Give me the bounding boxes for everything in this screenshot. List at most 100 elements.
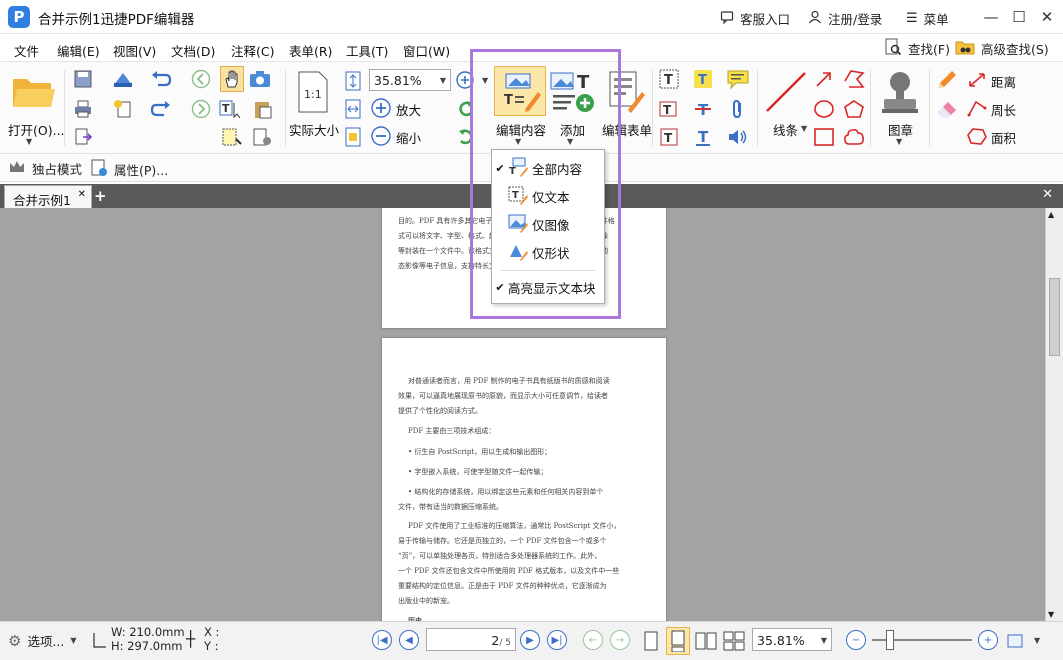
line-tool-icon[interactable] <box>762 68 810 116</box>
edit-content-caret[interactable]: ▼ <box>515 137 521 146</box>
text-box-icon[interactable]: T <box>657 68 681 90</box>
paste-icon[interactable] <box>248 98 278 120</box>
typewriter-icon[interactable]: T <box>657 126 681 148</box>
login-link[interactable]: 注册/登录 <box>808 9 882 28</box>
next-page-button[interactable]: ▶ <box>520 630 540 650</box>
continuous-page-view-icon[interactable] <box>666 627 690 655</box>
open-folder-icon[interactable] <box>10 72 58 112</box>
sticky-note-icon[interactable] <box>724 68 752 90</box>
zoom-combobox[interactable]: 35.81% ▼ <box>369 69 451 91</box>
vertical-scrollbar[interactable]: ▲ ▼ <box>1045 208 1063 621</box>
history-back-button[interactable]: ← <box>583 630 603 650</box>
add-caret[interactable]: ▼ <box>567 137 573 146</box>
menu-window[interactable]: 窗口(W) <box>403 41 450 60</box>
zoom-dropdown-caret[interactable]: ▼ <box>440 76 446 85</box>
menu-document[interactable]: 文档(D) <box>171 41 215 60</box>
add-content-icon[interactable]: T <box>548 66 598 116</box>
note-select-icon[interactable] <box>218 126 244 148</box>
menu-tools[interactable]: 工具(T) <box>346 41 388 60</box>
stamp-caret[interactable]: ▼ <box>896 137 902 146</box>
properties-button[interactable]: 属性(P)... <box>90 159 168 180</box>
area-icon[interactable] <box>966 126 988 146</box>
page-number-field[interactable]: 2/ 5 <box>426 628 516 651</box>
dropdown-item-shape-only[interactable]: 仅形状 <box>492 239 604 265</box>
close-window-button[interactable]: ✕ <box>1034 5 1060 29</box>
zoom-in-caret[interactable]: ▼ <box>482 76 488 85</box>
pencil-icon[interactable] <box>934 68 960 90</box>
forward-nav-icon[interactable] <box>190 98 212 120</box>
cloud-upload-icon[interactable] <box>108 68 138 90</box>
rotate-left-icon[interactable] <box>455 98 477 120</box>
previous-page-button[interactable]: ◀ <box>399 630 419 650</box>
attachment-icon[interactable] <box>724 98 752 120</box>
undo-icon[interactable] <box>148 68 174 90</box>
rotate-right-icon[interactable] <box>455 126 477 148</box>
menu-view[interactable]: 视图(V) <box>113 41 156 60</box>
open-button-label[interactable]: 打开(O)... <box>8 120 65 139</box>
advanced-find-button[interactable]: 高级查找(S) <box>955 38 1049 59</box>
menu-form[interactable]: 表单(R) <box>289 41 332 60</box>
zoom-in-small-icon[interactable] <box>455 70 475 90</box>
line-caret[interactable]: ▼ <box>801 124 807 133</box>
highlight-text-icon[interactable]: T <box>691 68 715 90</box>
exclusive-mode-button[interactable]: 独占模式 <box>8 159 82 178</box>
eraser-icon[interactable] <box>934 98 960 120</box>
fit-width-icon[interactable] <box>342 98 364 120</box>
underline-text-icon[interactable]: T <box>691 126 715 148</box>
cloud-shape-icon[interactable] <box>842 126 866 148</box>
callout-text-icon[interactable]: T <box>657 98 681 120</box>
menu-link[interactable]: ☰ 菜单 <box>906 9 949 28</box>
dropdown-item-all-content[interactable]: ✔ T 全部内容 <box>492 155 604 181</box>
actual-size-label[interactable]: 实际大小 <box>289 120 339 139</box>
zoom-slider-thumb[interactable] <box>886 630 894 650</box>
close-tab-icon[interactable]: ✕ <box>78 189 86 200</box>
line-label[interactable]: 线条 <box>773 120 798 139</box>
find-button[interactable]: 查找(F) <box>884 38 950 59</box>
edit-form-label[interactable]: 编辑表单 <box>602 120 652 139</box>
print-icon[interactable] <box>72 98 94 120</box>
rectangle-tool-icon[interactable] <box>812 126 836 148</box>
dropdown-item-highlight-text-blocks[interactable]: ✔ 高亮显示文本块 <box>492 274 604 300</box>
zoom-in-icon[interactable] <box>370 97 392 119</box>
new-document-icon[interactable] <box>108 98 138 120</box>
first-page-button[interactable]: |◀ <box>372 630 392 650</box>
arrow-tool-icon[interactable] <box>812 68 836 90</box>
maximize-button[interactable]: ☐ <box>1006 5 1032 29</box>
zoom-out-icon[interactable] <box>370 125 392 147</box>
last-page-button[interactable]: ▶| <box>547 630 567 650</box>
area-label[interactable]: 面积 <box>991 128 1016 147</box>
polygon-tool-icon[interactable] <box>842 98 866 120</box>
edit-content-icon[interactable]: T <box>494 66 546 116</box>
save-icon[interactable] <box>72 68 94 90</box>
fit-visible-icon[interactable] <box>342 126 364 148</box>
close-all-tabs-button[interactable]: ✕ <box>1042 187 1053 202</box>
menu-file[interactable]: 文件 <box>14 41 39 60</box>
new-tab-button[interactable]: + <box>94 187 107 205</box>
document-settings-icon[interactable] <box>248 126 278 148</box>
facing-pages-view-icon[interactable] <box>694 629 718 653</box>
back-nav-icon[interactable] <box>190 68 212 90</box>
distance-label[interactable]: 距离 <box>991 72 1016 91</box>
single-page-view-icon[interactable] <box>640 629 662 653</box>
redo-icon[interactable] <box>148 98 174 120</box>
history-forward-button[interactable]: → <box>610 630 630 650</box>
export-icon[interactable] <box>72 126 94 148</box>
stamp-icon[interactable] <box>876 68 924 116</box>
perimeter-label[interactable]: 周长 <box>991 100 1016 119</box>
scroll-down-arrow[interactable]: ▼ <box>1048 610 1054 619</box>
perimeter-icon[interactable] <box>966 98 988 118</box>
fit-page-icon[interactable] <box>342 70 364 92</box>
status-zoom-combobox[interactable]: 35.81% ▼ <box>752 628 832 651</box>
polyline-tool-icon[interactable] <box>842 68 866 90</box>
minimize-button[interactable]: — <box>978 5 1004 29</box>
status-zoom-out-button[interactable]: − <box>846 630 866 650</box>
menu-comment[interactable]: 注释(C) <box>231 41 274 60</box>
snapshot-camera-icon[interactable] <box>248 68 272 90</box>
select-text-icon[interactable]: T <box>218 98 244 120</box>
dropdown-item-image-only[interactable]: 仅图像 <box>492 211 604 237</box>
scroll-up-arrow[interactable]: ▲ <box>1048 210 1054 219</box>
sound-icon[interactable] <box>724 126 752 148</box>
zoom-in-label[interactable]: 放大 <box>396 100 421 119</box>
zoom-out-label[interactable]: 缩小 <box>396 128 421 147</box>
pdf-page-2[interactable]: 对普通读者而言，用 PDF 制作的电子书具有纸版书的质感和阅读 效果，可以逼真地… <box>382 338 666 621</box>
